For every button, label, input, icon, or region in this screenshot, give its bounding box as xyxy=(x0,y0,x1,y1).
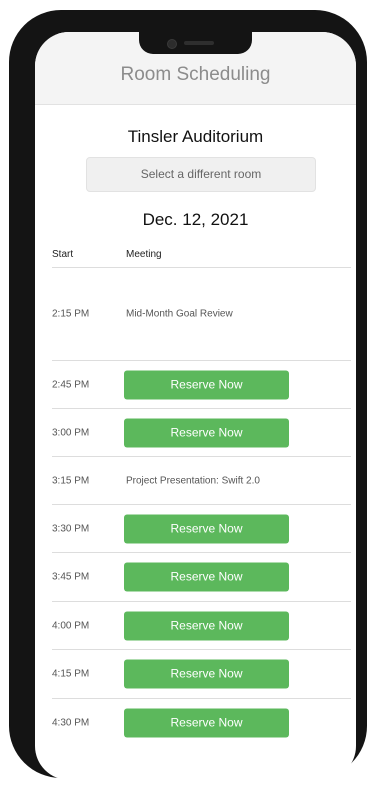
table-row: 2:45 PM Reserve Now xyxy=(52,361,351,409)
row-time: 4:30 PM xyxy=(52,717,90,729)
row-time: 3:15 PM xyxy=(52,475,90,486)
column-header-meeting: Meeting xyxy=(126,249,162,260)
table-row: 3:00 PM Reserve Now xyxy=(52,409,351,457)
reserve-now-button[interactable]: Reserve Now xyxy=(124,611,289,640)
table-header: Start Meeting xyxy=(52,249,351,268)
phone-frame: Room Scheduling Tinsler Auditorium Selec… xyxy=(9,10,367,780)
app-title: Room Scheduling xyxy=(120,64,271,85)
phone-screen: Room Scheduling Tinsler Auditorium Selec… xyxy=(35,32,356,780)
row-time: 3:45 PM xyxy=(52,571,90,583)
table-row: 4:30 PM Reserve Now xyxy=(52,699,351,747)
reserve-now-button[interactable]: Reserve Now xyxy=(124,659,289,689)
reserve-now-button[interactable]: Reserve Now xyxy=(124,370,289,399)
row-time: 2:45 PM xyxy=(52,379,90,390)
volume-up-button xyxy=(12,142,20,190)
row-time: 3:30 PM xyxy=(52,523,90,534)
row-time: 2:15 PM xyxy=(52,308,90,320)
table-row: 3:45 PM Reserve Now xyxy=(52,553,351,602)
notch xyxy=(139,32,252,54)
meeting-title: Project Presentation: Swift 2.0 xyxy=(126,475,260,486)
meeting-title: Mid-Month Goal Review xyxy=(126,308,233,320)
camera-icon xyxy=(167,39,177,49)
column-header-start: Start xyxy=(52,249,74,260)
reserve-now-button[interactable]: Reserve Now xyxy=(124,562,289,592)
reserve-now-button[interactable]: Reserve Now xyxy=(124,514,289,543)
row-time: 4:00 PM xyxy=(52,620,90,631)
table-row: 4:00 PM Reserve Now xyxy=(52,602,351,650)
schedule-date: Dec. 12, 2021 xyxy=(142,210,249,229)
reserve-now-button[interactable]: Reserve Now xyxy=(124,708,289,738)
volume-down-button xyxy=(12,202,20,250)
table-row: 4:15 PM Reserve Now xyxy=(52,650,351,699)
room-name: Tinsler Auditorium xyxy=(127,127,264,146)
row-time: 4:15 PM xyxy=(52,668,90,680)
table-row: 3:15 PM Project Presentation: Swift 2.0 xyxy=(52,457,351,505)
table-row: 2:15 PM Mid-Month Goal Review xyxy=(52,268,351,361)
table-row: 3:30 PM Reserve Now xyxy=(52,505,351,553)
reserve-now-button[interactable]: Reserve Now xyxy=(124,418,289,447)
select-room-button[interactable]: Select a different room xyxy=(86,157,316,192)
speaker-grille xyxy=(184,41,214,45)
row-time: 3:00 PM xyxy=(52,427,90,438)
